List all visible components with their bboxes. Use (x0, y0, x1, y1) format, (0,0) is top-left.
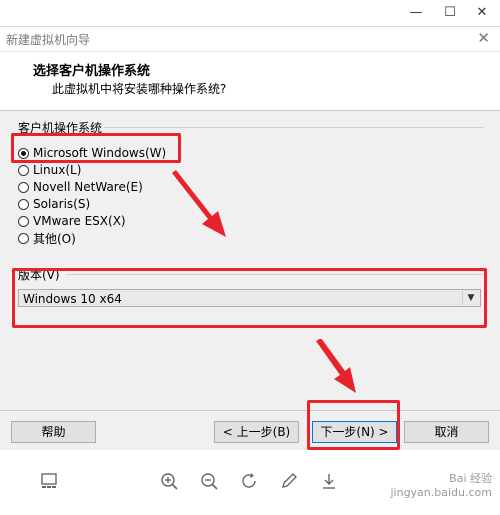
radio-option-other[interactable]: 其他(O) (18, 230, 76, 246)
radio-label: VMware ESX(X) (33, 214, 126, 228)
annotation-arrow-icon (316, 339, 356, 393)
back-button[interactable]: < 上一步(B) (214, 421, 299, 443)
radio-button[interactable] (18, 232, 29, 244)
thumbnail-view-icon[interactable] (38, 472, 60, 494)
zoom-out-icon[interactable] (198, 472, 220, 494)
radio-label: 其他(O) (33, 231, 76, 246)
minimize-button[interactable]: — (404, 4, 428, 22)
watermark-line2: jingyan.baidu.com (390, 486, 492, 499)
zoom-in-icon[interactable] (158, 472, 180, 494)
header-title: 选择客户机操作系统 (33, 64, 151, 79)
annotation-arrow-icon (172, 170, 226, 237)
help-button[interactable]: 帮助 (11, 421, 96, 443)
radio-button[interactable] (18, 215, 29, 227)
radio-button[interactable] (18, 164, 29, 176)
edit-pencil-icon[interactable] (278, 472, 300, 494)
dialog-titlebar: 新建虚拟机向导 ✕ (0, 27, 500, 52)
radio-label: Linux(L) (33, 163, 82, 177)
new-vm-wizard-dialog: 新建虚拟机向导 ✕ 选择客户机操作系统 此虚拟机中将安装哪种操作系统? 客户机操… (0, 26, 500, 451)
window-close-button[interactable]: ✕ (470, 4, 494, 22)
wizard-header: 选择客户机操作系统 此虚拟机中将安装哪种操作系统? (0, 52, 500, 111)
dialog-close-icon[interactable]: ✕ (477, 29, 490, 47)
rotate-icon[interactable] (238, 472, 260, 494)
radio-label: Solaris(S) (33, 197, 91, 211)
watermark-line1: Bai 经验 (449, 472, 492, 485)
os-group-divider (104, 127, 484, 128)
radio-button[interactable] (18, 198, 29, 210)
maximize-button[interactable]: ☐ (438, 4, 462, 22)
radio-option-netware[interactable]: Novell NetWare(E) (18, 179, 143, 195)
annotation-highlight-next (307, 400, 400, 450)
radio-option-esx[interactable]: VMware ESX(X) (18, 213, 126, 229)
baidu-watermark: Bai 经验 jingyan.baidu.com (390, 470, 492, 499)
radio-option-solaris[interactable]: Solaris(S) (18, 196, 90, 212)
header-subtitle: 此虚拟机中将安装哪种操作系统? (52, 82, 227, 96)
annotation-highlight-version (12, 268, 487, 328)
radio-option-linux[interactable]: Linux(L) (18, 162, 81, 178)
radio-label: Novell NetWare(E) (33, 180, 143, 194)
dialog-title: 新建虚拟机向导 (6, 33, 91, 47)
footer-divider (0, 410, 500, 411)
outer-titlebar: — ☐ ✕ (0, 0, 500, 26)
cancel-button[interactable]: 取消 (404, 421, 489, 443)
annotation-highlight-windows (11, 133, 181, 163)
radio-button[interactable] (18, 181, 29, 193)
download-icon[interactable] (318, 472, 340, 494)
